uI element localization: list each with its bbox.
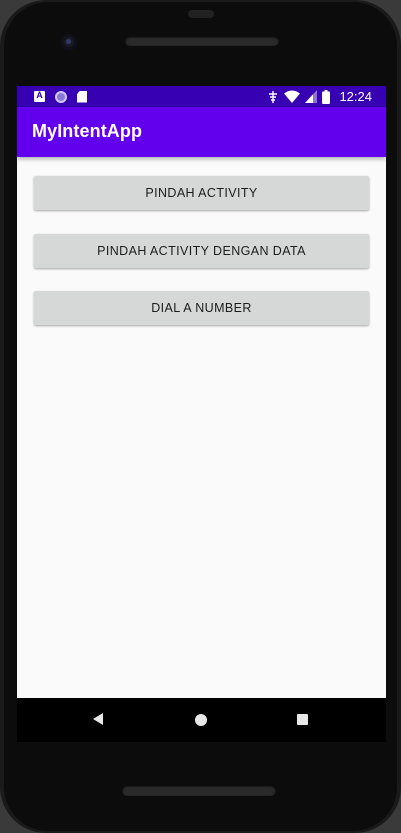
top-speaker-grille	[125, 36, 279, 46]
app-title: MyIntentApp	[32, 121, 143, 141]
sync-circle-icon	[55, 90, 67, 103]
pindah-activity-button[interactable]: PINDAH ACTIVITY	[34, 176, 369, 210]
cell-signal-icon	[305, 90, 318, 103]
notification-icons: A	[34, 90, 87, 103]
phone-screen: A 12:24 MyIntentApp PINDAH ACTIVITY PIND…	[17, 86, 386, 698]
android-a-icon: A	[34, 91, 45, 102]
recent-apps-icon[interactable]	[297, 714, 308, 725]
front-camera	[61, 34, 77, 50]
navigation-bar	[17, 698, 386, 742]
battery-icon	[322, 89, 331, 104]
data-saver-icon	[269, 90, 278, 103]
bottom-speaker-grille	[122, 785, 276, 796]
app-toolbar: MyIntentApp	[17, 107, 386, 157]
status-clock: 12:24	[339, 89, 372, 104]
pindah-activity-dengan-data-button[interactable]: PINDAH ACTIVITY DENGAN DATA	[34, 234, 369, 268]
earpiece-slit	[188, 10, 214, 18]
wifi-icon	[284, 90, 301, 103]
dial-a-number-button[interactable]: DIAL A NUMBER	[34, 291, 369, 325]
back-icon[interactable]	[93, 713, 103, 725]
phone-frame: A 12:24 MyIntentApp PINDAH ACTIVITY PIND…	[0, 0, 401, 833]
system-status-icons: 12:24	[267, 89, 372, 104]
status-bar: A 12:24	[17, 86, 386, 107]
home-icon[interactable]	[195, 714, 207, 726]
sd-card-icon	[77, 90, 87, 103]
